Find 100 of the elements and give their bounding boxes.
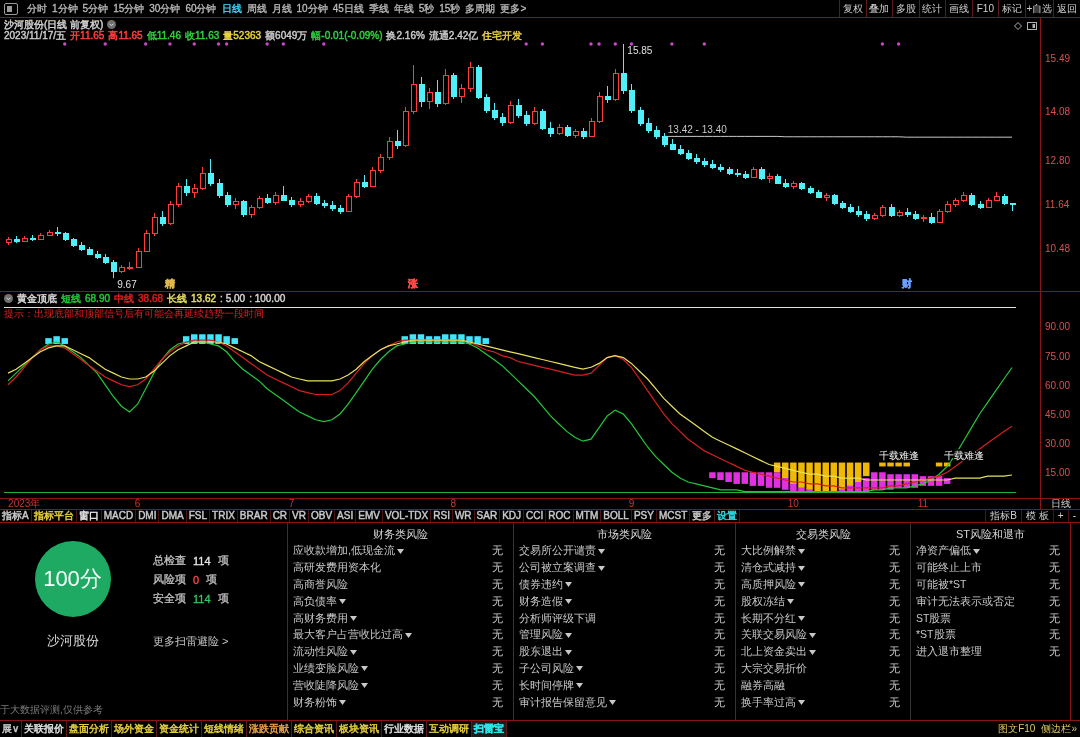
indicator-tab[interactable]: 窗口 — [76, 510, 102, 522]
period-tab[interactable]: 多周期 — [465, 1, 496, 16]
more-link[interactable]: 更多扫雷避险 > — [153, 634, 229, 649]
indicator-tab[interactable]: CCI — [524, 510, 547, 522]
caret-down-icon[interactable] — [339, 599, 346, 605]
caret-down-icon[interactable] — [787, 599, 794, 605]
period-tab[interactable]: 季线 — [368, 1, 389, 16]
risk-item[interactable]: 大比例解禁 — [741, 544, 796, 559]
caret-down-icon[interactable] — [576, 683, 583, 689]
indicator-tab[interactable]: PSY — [631, 510, 657, 522]
risk-item[interactable]: 子公司风险 — [519, 661, 574, 676]
indicator-tab[interactable]: ASI — [335, 510, 357, 522]
period-tab[interactable]: 10分钟 — [296, 1, 328, 16]
risk-item[interactable]: 营收陡降风险 — [293, 678, 359, 693]
period-tab[interactable]: 周线 — [246, 1, 267, 16]
risk-item[interactable]: 管理风险 — [519, 628, 563, 643]
dropdown-icon[interactable] — [107, 20, 117, 29]
toolbar-button[interactable]: 多股 — [892, 0, 919, 17]
risk-item[interactable]: 换手率过高 — [741, 695, 796, 710]
window-icon[interactable] — [4, 2, 18, 15]
caret-down-icon[interactable] — [798, 700, 805, 706]
indicator-tab[interactable]: 指标A — [0, 510, 32, 522]
risk-item[interactable]: 交易所公开谴责 — [519, 544, 596, 559]
indicator-tab[interactable]: BRAR — [237, 510, 271, 522]
bottom-tab[interactable]: 盘面分析 — [67, 721, 113, 737]
risk-item[interactable]: 北上资金卖出 — [741, 645, 807, 660]
caret-down-icon[interactable] — [798, 548, 805, 554]
indicator-tab[interactable]: VOL-TDX — [382, 510, 432, 522]
risk-item[interactable]: 审计报告保留意见 — [519, 695, 607, 710]
period-tab[interactable]: 分时 — [27, 1, 47, 16]
risk-item[interactable]: 高财务费用 — [293, 611, 348, 626]
indicator-tab[interactable]: BOLL — [601, 510, 632, 522]
indicator-tab[interactable]: - — [1067, 510, 1080, 522]
caret-down-icon[interactable] — [396, 548, 404, 554]
risk-item[interactable]: 关联交易风险 — [741, 628, 807, 643]
period-tab[interactable]: 15分钟 — [113, 1, 145, 16]
period-tab[interactable]: 5秒 — [418, 1, 435, 16]
caret-down-icon[interactable] — [798, 616, 805, 622]
indicator-tab[interactable]: TRIX — [210, 510, 238, 522]
risk-item[interactable]: 净资产偏低 — [916, 544, 971, 559]
risk-item[interactable]: 债券违约 — [519, 578, 563, 592]
risk-item[interactable]: 公司被立案调查 — [519, 561, 596, 576]
risk-item[interactable]: 股权冻结 — [741, 594, 785, 609]
period-tab[interactable]: 年线 — [393, 1, 414, 16]
caret-down-icon[interactable] — [798, 565, 805, 571]
bottom-tab[interactable]: 展∨ — [0, 721, 23, 737]
indicator-tab[interactable]: + — [1052, 510, 1068, 522]
diamond-icon[interactable] — [1014, 22, 1022, 30]
dropdown-icon[interactable] — [4, 294, 13, 303]
indicator-tab[interactable]: DMA — [159, 510, 187, 522]
caret-down-icon[interactable] — [576, 666, 583, 672]
risk-item[interactable]: 长期不分红 — [741, 611, 796, 626]
caret-down-icon[interactable] — [565, 582, 572, 588]
bottom-tab[interactable]: 综合资讯 — [292, 721, 338, 737]
risk-item[interactable]: 股东退出 — [519, 645, 563, 660]
caret-down-icon[interactable] — [809, 632, 816, 638]
indicator-tab[interactable]: VR — [290, 510, 309, 522]
caret-down-icon[interactable] — [350, 649, 357, 655]
bottom-tab[interactable]: 扫雷宝 — [472, 721, 508, 737]
caret-down-icon[interactable] — [361, 666, 368, 672]
caret-down-icon[interactable] — [809, 649, 816, 655]
toolbar-button[interactable]: 复权 — [839, 0, 866, 17]
indicator-tab[interactable]: ROC — [546, 510, 574, 522]
indicator-tab[interactable]: MACD — [101, 510, 137, 522]
period-tab[interactable]: 60分钟 — [185, 1, 217, 16]
bottom-tab[interactable]: 板块资讯 — [337, 721, 383, 737]
indicator-tab[interactable]: CR — [270, 510, 291, 522]
caret-down-icon[interactable] — [350, 616, 357, 622]
risk-item[interactable]: 业绩变脸风险 — [293, 661, 359, 676]
risk-item[interactable]: 高负债率 — [293, 594, 337, 609]
caret-down-icon[interactable] — [598, 548, 605, 554]
period-tab[interactable]: 30分钟 — [149, 1, 181, 16]
indicator-tab[interactable]: KDJ — [500, 510, 525, 522]
caret-down-icon[interactable] — [565, 649, 572, 655]
caret-down-icon[interactable] — [609, 700, 616, 706]
risk-item[interactable]: 清仓式减持 — [741, 561, 796, 576]
bottom-tab[interactable]: 行业数据 — [382, 721, 428, 737]
caret-down-icon[interactable] — [565, 599, 572, 605]
period-tab[interactable]: 日线 — [221, 1, 242, 16]
caret-down-icon[interactable] — [339, 700, 346, 706]
indicator-tab[interactable]: 指标平台 — [31, 510, 77, 522]
period-tab[interactable]: 5分钟 — [82, 1, 109, 16]
toolbar-button[interactable]: 标记 — [998, 0, 1025, 17]
risk-item[interactable]: 高质押风险 — [741, 578, 796, 592]
caret-down-icon[interactable] — [405, 632, 412, 638]
indicator-tab[interactable]: 更多 — [690, 510, 716, 522]
caret-down-icon[interactable] — [973, 548, 980, 554]
toolbar-button[interactable]: +自选 — [1024, 0, 1054, 17]
indicator-tab[interactable]: MTM — [573, 510, 602, 522]
risk-item[interactable]: 财务造假 — [519, 594, 563, 609]
indicator-tab[interactable]: OBV — [309, 510, 336, 522]
period-tab[interactable]: 月线 — [271, 1, 292, 16]
period-tab[interactable]: 15秒 — [439, 1, 461, 16]
period-tab[interactable]: 更多> — [500, 1, 527, 16]
bottom-button[interactable]: 图文F10 — [995, 721, 1039, 737]
bottom-button[interactable]: 侧边栏» — [1038, 721, 1080, 737]
indicator-tab[interactable]: WR — [452, 510, 475, 522]
caret-down-icon[interactable] — [361, 683, 368, 689]
bottom-tab[interactable]: 关联报价 — [22, 721, 68, 737]
indicator-tab[interactable]: MCST — [656, 510, 691, 522]
